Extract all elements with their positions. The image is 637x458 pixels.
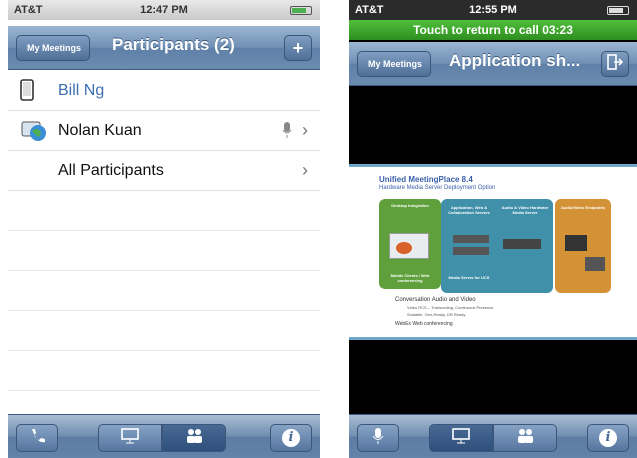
shared-content-area[interactable]: Unified MeetingPlace 8.4 Hardware Media … xyxy=(349,86,637,414)
slide-bullets: Conversation Audio and Video Video RCS –… xyxy=(395,297,493,327)
endpoints-panel: Audio/Video Endpoints xyxy=(555,199,611,293)
tab-shared-content[interactable] xyxy=(429,424,493,452)
empty-row xyxy=(8,231,320,271)
desktop-panel: Desktop Integration Mobile Clients / Web… xyxy=(379,199,441,289)
empty-row xyxy=(8,191,320,231)
application-sharing-screen: AT&T 12:55 PM Touch to return to call 03… xyxy=(349,0,637,458)
my-meetings-button[interactable]: My Meetings xyxy=(357,51,432,77)
media-server-label: Media Server for UCS xyxy=(448,275,490,280)
media-server-rack xyxy=(503,239,541,249)
mobile-clients-label: Mobile Clients / Web conferencing xyxy=(390,273,430,283)
info-icon: i xyxy=(282,429,300,447)
return-to-call-banner[interactable]: Touch to return to call 03:23 xyxy=(349,20,637,40)
battery-icon xyxy=(607,6,629,15)
participants-icon xyxy=(516,428,534,449)
tab-participants[interactable] xyxy=(162,424,226,452)
desktop-panel-label: Desktop Integration xyxy=(391,203,429,208)
exit-icon xyxy=(607,54,624,74)
phone-icon xyxy=(29,428,45,449)
desk-phone xyxy=(585,257,605,271)
bullet-sub: Video RCS – Transcoding, Continuous Pres… xyxy=(407,305,494,310)
navigation-bar: My Meetings Application sh... xyxy=(349,42,637,86)
slide-subtitle: Hardware Media Server Deployment Option xyxy=(379,185,496,191)
participant-name: Bill Ng xyxy=(58,82,105,99)
participants-screen: AT&T 12:47 PM My Meetings Participants (… xyxy=(8,0,320,458)
presentation-icon xyxy=(121,427,139,449)
my-meetings-button[interactable]: My Meetings xyxy=(16,35,91,61)
info-button[interactable]: i xyxy=(587,424,629,452)
view-segmented-control xyxy=(429,424,557,452)
server-rack xyxy=(453,235,489,243)
battery-icon xyxy=(290,6,312,15)
microphone-icon[interactable] xyxy=(282,121,292,144)
tab-bar: i xyxy=(8,414,320,458)
mobile-phone-icon xyxy=(20,79,34,106)
participants-icon xyxy=(185,428,203,449)
servers-panel: Application, Web & Collaboration Servers… xyxy=(441,199,553,293)
status-time: 12:55 PM xyxy=(469,4,517,16)
media-servers-label: Audio & Video Hardware Media Server xyxy=(501,205,549,215)
info-icon: i xyxy=(599,429,617,447)
mute-tab[interactable] xyxy=(357,424,399,452)
view-segmented-control xyxy=(98,424,226,452)
empty-row xyxy=(8,351,320,391)
participant-name: Nolan Kuan xyxy=(58,122,142,139)
map-thumbnail xyxy=(396,242,412,254)
add-participant-button[interactable]: + xyxy=(284,35,312,61)
presentation-icon xyxy=(452,427,470,449)
tab-shared-content[interactable] xyxy=(98,424,162,452)
bullet-footer: WebEx Web conferencing xyxy=(395,321,453,327)
status-bar: AT&T 12:55 PM xyxy=(349,0,637,20)
navigation-bar: My Meetings Participants (2) + xyxy=(8,26,320,70)
tab-bar: i xyxy=(349,414,637,458)
exit-sharing-button[interactable] xyxy=(601,51,629,77)
chevron-right-icon: › xyxy=(302,120,308,140)
bullet-main: Conversation Audio and Video xyxy=(395,297,476,303)
bullet-sub: Scalable, Geo-Ready, DR Ready xyxy=(407,312,466,317)
slide-title: Unified MeetingPlace 8.4 xyxy=(379,175,473,184)
endpoints-label: Audio/Video Endpoints xyxy=(561,205,605,210)
participant-row-nolan[interactable]: Nolan Kuan › xyxy=(8,111,320,151)
computer-globe-icon xyxy=(20,119,48,148)
participants-list: Bill Ng Nolan Kuan › All Participants › xyxy=(8,71,320,391)
status-time: 12:47 PM xyxy=(140,4,188,16)
app-servers-label: Application, Web & Collaboration Servers xyxy=(448,205,490,215)
chevron-right-icon: › xyxy=(302,160,308,180)
info-button[interactable]: i xyxy=(270,424,312,452)
phone-tab[interactable] xyxy=(16,424,58,452)
desktop-screenshot xyxy=(389,233,429,259)
page-title: Application sh... xyxy=(449,51,581,70)
server-rack xyxy=(453,247,489,255)
all-participants-label: All Participants xyxy=(58,162,164,179)
status-bar: AT&T 12:47 PM xyxy=(8,0,320,20)
empty-row xyxy=(8,271,320,311)
tab-participants[interactable] xyxy=(493,424,557,452)
video-endpoint xyxy=(565,235,587,251)
shared-slide: Unified MeetingPlace 8.4 Hardware Media … xyxy=(349,164,637,340)
participant-row-bill[interactable]: Bill Ng xyxy=(8,71,320,111)
microphone-icon xyxy=(372,427,384,450)
all-participants-row[interactable]: All Participants › xyxy=(8,151,320,191)
empty-row xyxy=(8,311,320,351)
page-title: Participants (2) xyxy=(112,35,235,54)
